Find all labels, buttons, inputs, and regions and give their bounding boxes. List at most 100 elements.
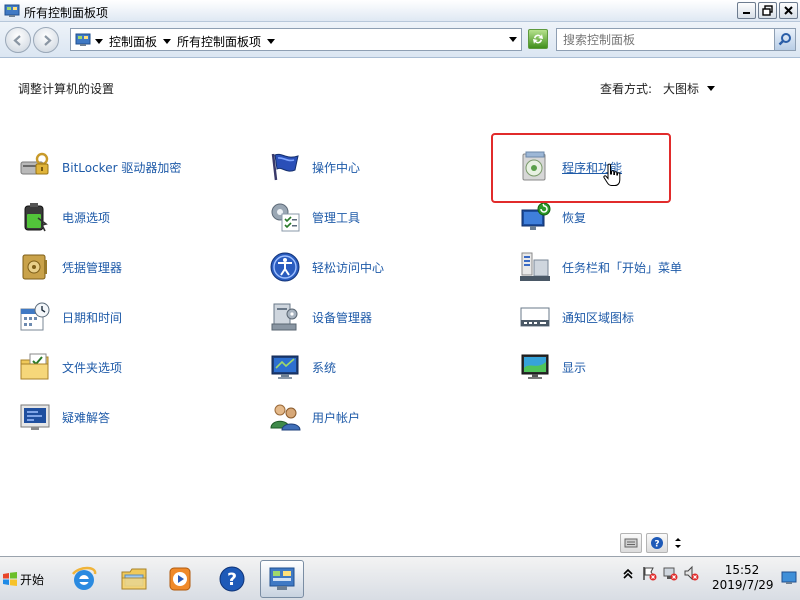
view-by-label: 查看方式: (600, 82, 653, 96)
restore-icon (762, 5, 773, 16)
ease-of-access-icon (270, 252, 300, 282)
window-title: 所有控制面板项 (24, 6, 109, 20)
item-label: 疑难解答 (62, 410, 111, 425)
help-icon: ? (651, 537, 663, 550)
file-explorer-folder-icon (121, 568, 147, 590)
clock-time: 15:52 (724, 563, 760, 577)
system-monitor-icon (271, 355, 299, 379)
item-troubleshooting[interactable]: 疑难解答 (18, 399, 110, 435)
refresh-arrows-icon (533, 34, 543, 44)
start-label: 开始 (20, 572, 45, 587)
keyboard-button[interactable] (620, 533, 642, 553)
item-power-options[interactable]: 电源选项 (18, 199, 110, 235)
item-label: 用户帐户 (312, 410, 361, 425)
credential-vault-icon (22, 254, 47, 280)
close-button[interactable] (779, 2, 798, 19)
help-small-button[interactable]: ? (646, 533, 668, 553)
breadcrumb-all-items[interactable]: 所有控制面板项 (177, 33, 261, 50)
title-bar: 所有控制面板项 (0, 0, 800, 22)
calendar-clock-icon (20, 302, 50, 331)
item-action-center[interactable]: 操作中心 (268, 149, 360, 185)
address-history-dropdown-icon[interactable] (509, 37, 517, 42)
clock[interactable]: 15:52 2019/7/29 (712, 563, 774, 593)
item-bitlocker[interactable]: BitLocker 驱动器加密 (18, 149, 181, 185)
item-label: 文件夹选项 (62, 360, 123, 375)
item-credential-manager[interactable]: 凭据管理器 (18, 249, 122, 285)
user-accounts-icon (270, 404, 301, 431)
item-label: 任务栏和「开始」菜单 (562, 260, 683, 275)
control-panel-content: 调整计算机的设置 查看方式: 大图标 BitLocker 驱动器加密 操作中心 (0, 59, 800, 556)
power-battery-icon (24, 203, 48, 232)
control-panel-icon (269, 567, 295, 590)
item-ease-of-access[interactable]: 轻松访问中心 (268, 249, 384, 285)
item-admin-tools[interactable]: 管理工具 (268, 199, 360, 235)
item-date-time[interactable]: 日期和时间 (18, 299, 122, 335)
notification-area-icon (520, 307, 550, 327)
taskbar-start-icon (520, 252, 550, 281)
maximize-button[interactable] (758, 2, 777, 19)
item-folder-options[interactable]: 文件夹选项 (18, 349, 122, 385)
folder-options-icon (20, 353, 49, 380)
minimize-button[interactable] (737, 2, 756, 19)
clock-date: 2019/7/29 (712, 578, 774, 592)
forward-button[interactable] (33, 27, 59, 53)
network-disconnected-icon[interactable] (662, 565, 678, 581)
item-label: 系统 (312, 360, 337, 375)
item-notification-area-icons[interactable]: 通知区域图标 (518, 299, 634, 335)
search-box[interactable] (556, 28, 796, 51)
breadcrumb-control-panel[interactable]: 控制面板 (109, 33, 157, 50)
forward-arrow-icon (44, 35, 52, 46)
bottom-toolbar: ? (620, 533, 684, 553)
show-desktop-icon (781, 571, 797, 584)
item-device-manager[interactable]: 设备管理器 (268, 299, 372, 335)
address-field[interactable]: 控制面板 所有控制面板项 (70, 28, 522, 51)
item-label: BitLocker 驱动器加密 (62, 160, 182, 175)
item-recovery[interactable]: 恢复 (518, 199, 586, 235)
item-label: 凭据管理器 (62, 260, 123, 275)
action-center-tray-icon[interactable] (641, 565, 657, 581)
breadcrumb-root-chevron-icon[interactable] (95, 39, 103, 44)
taskbar: 开始 ? 15:52 2019/7/29 (0, 556, 800, 600)
search-button[interactable] (774, 29, 795, 50)
start-button[interactable]: 开始 (2, 567, 50, 591)
keyboard-icon (624, 538, 638, 548)
breadcrumb-chevron-icon[interactable] (163, 39, 172, 44)
taskbar-media-player-button[interactable] (158, 560, 202, 598)
device-manager-icon (271, 303, 298, 331)
bitlocker-icon (20, 152, 49, 175)
hand-cursor-icon (603, 163, 621, 186)
scroll-arrows-icon[interactable] (672, 533, 684, 553)
view-by-chevron-icon (707, 86, 716, 91)
system-tray (620, 565, 699, 581)
taskbar-ie-button[interactable] (62, 560, 106, 598)
item-user-accounts[interactable]: 用户帐户 (268, 399, 360, 435)
taskbar-control-panel-button[interactable] (260, 560, 304, 598)
view-by-dropdown[interactable]: 大图标 (663, 80, 716, 97)
show-desktop-button[interactable] (778, 557, 800, 600)
minimize-icon (743, 12, 750, 14)
back-button[interactable] (5, 27, 31, 53)
item-display[interactable]: 显示 (518, 349, 586, 385)
item-taskbar-start-menu[interactable]: 任务栏和「开始」菜单 (518, 249, 682, 285)
show-hidden-icons-chevron-icon[interactable] (620, 565, 636, 581)
admin-tools-icon (271, 203, 300, 232)
item-system[interactable]: 系统 (268, 349, 336, 385)
recovery-icon (521, 202, 551, 230)
taskbar-help-button[interactable]: ? (210, 560, 254, 598)
media-player-icon (169, 567, 191, 591)
troubleshooting-icon (20, 404, 50, 430)
view-by-value: 大图标 (663, 82, 700, 96)
volume-muted-icon[interactable] (683, 565, 699, 581)
help-support-icon: ? (219, 566, 245, 592)
item-label: 设备管理器 (312, 310, 373, 325)
action-center-flag-icon (271, 153, 299, 181)
svg-text:?: ? (227, 570, 237, 590)
refresh-button[interactable] (528, 29, 548, 49)
taskbar-explorer-button[interactable] (112, 560, 156, 598)
search-input[interactable] (557, 29, 775, 50)
page-heading: 调整计算机的设置 (18, 82, 115, 96)
item-label: 轻松访问中心 (312, 260, 385, 275)
breadcrumb-chevron-icon[interactable] (267, 39, 276, 44)
control-panel-icon (4, 4, 20, 17)
address-bar: 控制面板 所有控制面板项 (0, 22, 800, 58)
